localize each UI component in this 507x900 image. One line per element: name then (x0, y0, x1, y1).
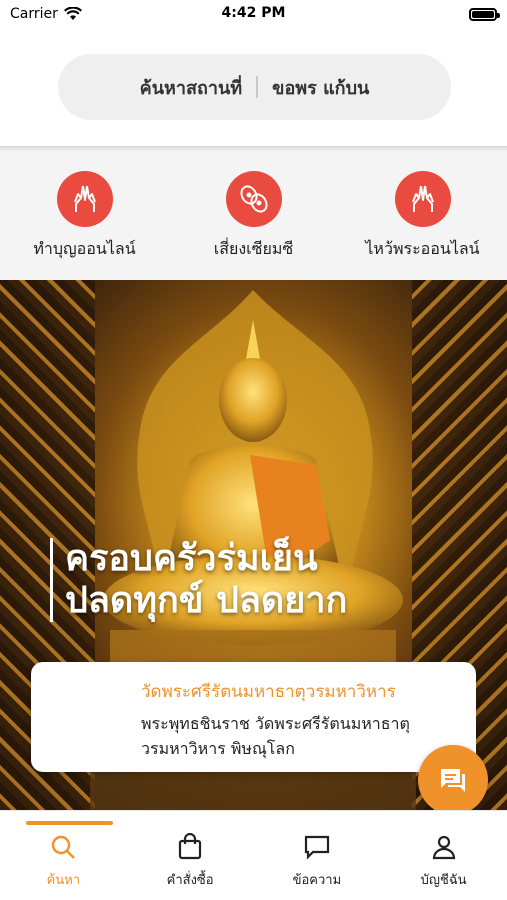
temple-description: พระพุทธชินราช วัดพระศรีรัตนมหาธาตุ วรมหา… (141, 711, 454, 761)
description-line: วรมหาวิหาร พิษณุโลก (141, 739, 295, 758)
search-icon (52, 835, 76, 859)
user-icon (432, 835, 455, 860)
hero-slogan: ครอบครัวร่มเย็น ปลดทุกข์ ปลดยาก (50, 538, 347, 622)
search-wish-label[interactable]: ขอพร แก้บน (272, 73, 369, 102)
praying-hands-icon (56, 171, 113, 227)
action-merit-online[interactable]: ทำบุญออนไลน์ (0, 152, 169, 280)
description-line: พระพุทธชินราช วัดพระศรีรัตนมหาธาตุ (141, 714, 410, 733)
search-divider (256, 76, 259, 98)
action-pray-online[interactable]: ไหว้พระออนไลน์ (338, 152, 507, 280)
slogan-line: ครอบครัวร่มเย็น (65, 538, 318, 579)
tab-orders[interactable]: คำสั่งซื้อ (127, 811, 254, 900)
quick-actions: ทำบุญออนไลน์ เสี่ยงเซียมซี ไหว้พระออนไลน… (0, 152, 507, 280)
tab-bar: ค้นหา คำสั่งซื้อ ข้อความ บัญชีฉัน (0, 810, 507, 900)
active-tab-indicator (26, 821, 113, 825)
status-bar: Carrier 4:42 PM (0, 0, 507, 28)
search-bar[interactable]: ค้นหาสถานที่ ขอพร แก้บน (58, 54, 451, 120)
fortune-sticks-icon (225, 171, 282, 227)
search-place-label[interactable]: ค้นหาสถานที่ (140, 73, 242, 102)
battery-icon (469, 8, 500, 21)
tab-account[interactable]: บัญชีฉัน (380, 811, 507, 900)
chat-button[interactable] (418, 745, 488, 815)
shopping-bag-icon (179, 833, 202, 860)
action-fortune-sticks[interactable]: เสี่ยงเซียมซี (169, 152, 338, 280)
action-label: เสี่ยงเซียมซี (213, 239, 294, 258)
tab-messages[interactable]: ข้อความ (254, 811, 381, 900)
clock: 4:42 PM (221, 5, 286, 21)
tab-label: ค้นหา (46, 873, 81, 888)
action-label: ไหว้พระออนไลน์ (365, 239, 480, 258)
tab-label: บัญชีฉัน (420, 873, 467, 888)
temple-title: วัดพระศรีรัตนมหาธาตุวรมหาวิหาร (141, 682, 396, 702)
action-label: ทำบุญออนไลน์ (33, 239, 136, 258)
chat-icon (441, 769, 465, 792)
slogan-line: ปลดทุกข์ ปลดยาก (65, 580, 348, 621)
praying-hands-icon (394, 171, 451, 227)
tab-label: ข้อความ (292, 873, 342, 888)
tab-label: คำสั่งซื้อ (166, 873, 214, 888)
temple-info-card[interactable]: วัดพระศรีรัตนมหาธาตุวรมหาวิหาร พระพุทธชิ… (31, 662, 476, 772)
tab-search[interactable]: ค้นหา (0, 811, 127, 900)
message-icon (304, 835, 329, 860)
